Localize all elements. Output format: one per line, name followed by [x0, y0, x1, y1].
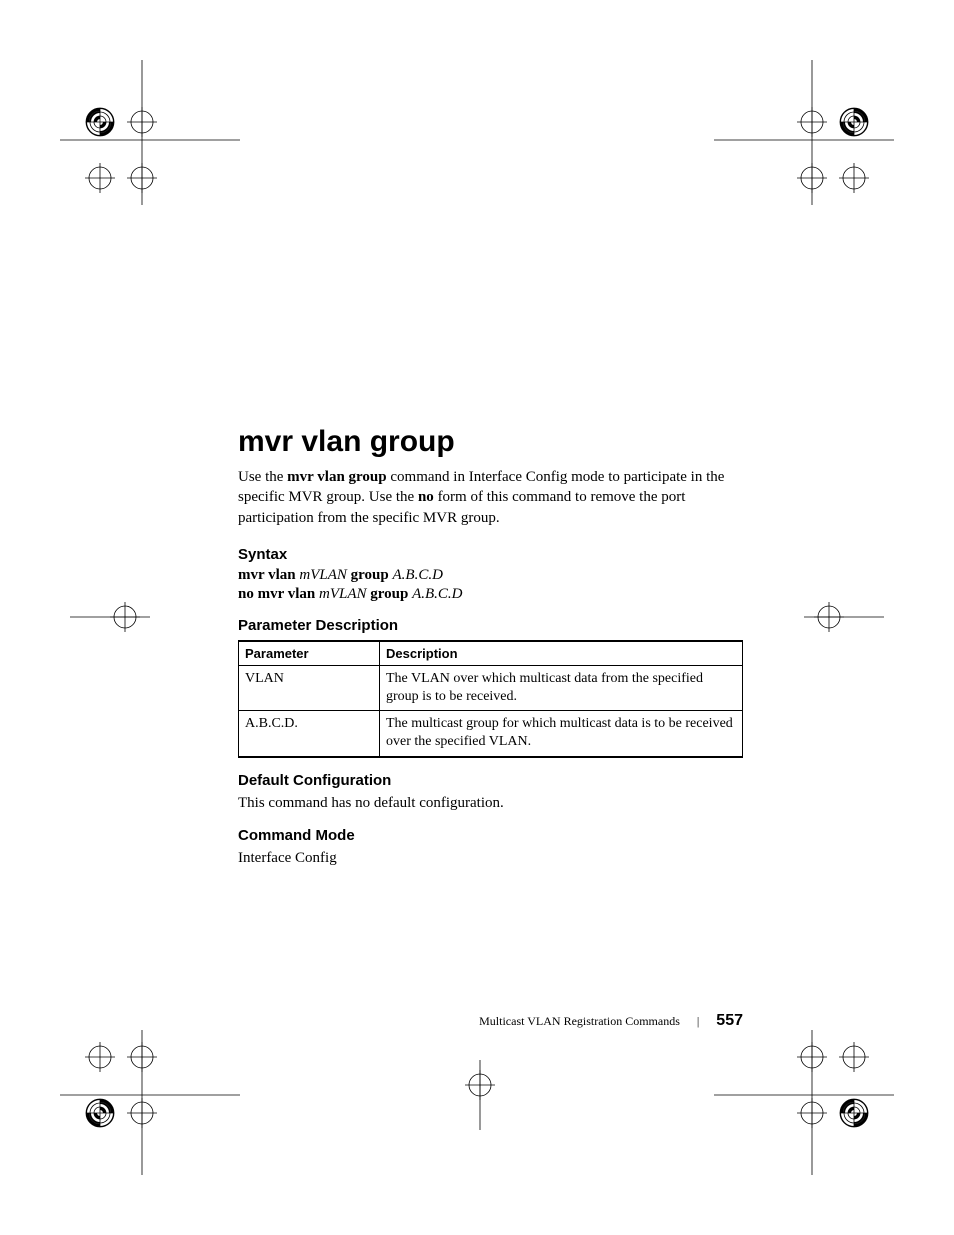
page-body: mvr vlan group Use the mvr vlan group co… [238, 425, 743, 886]
td-desc: The multicast group for which multicast … [380, 711, 743, 757]
text-bold: mvr vlan group [287, 469, 386, 485]
text-bold: no [418, 489, 434, 505]
kw: mvr vlan [238, 567, 299, 583]
parameter-table: Parameter Description VLAN The VLAN over… [238, 640, 743, 758]
crop-mark-icon [654, 0, 954, 300]
kw: group [370, 586, 412, 602]
var: A.B.C.D [412, 586, 462, 602]
kw: no mvr vlan [238, 586, 319, 602]
td-desc: The VLAN over which multicast data from … [380, 665, 743, 710]
crop-mark-icon [440, 1060, 520, 1140]
crop-mark-icon [0, 0, 300, 300]
table-row: VLAN The VLAN over which multicast data … [239, 665, 743, 710]
text: Use the [238, 469, 287, 485]
crop-mark-icon [654, 935, 954, 1235]
td-param: VLAN [239, 665, 380, 710]
td-param: A.B.C.D. [239, 711, 380, 757]
table-row: A.B.C.D. The multicast group for which m… [239, 711, 743, 757]
command-mode-text: Interface Config [238, 848, 743, 868]
kw: group [351, 567, 393, 583]
var: mVLAN [299, 567, 350, 583]
th-description: Description [380, 641, 743, 666]
syntax-line-1: mvr vlan mVLAN group A.B.C.D [238, 567, 743, 584]
footer-section: Multicast VLAN Registration Commands [479, 1014, 680, 1028]
th-parameter: Parameter [239, 641, 380, 666]
intro-paragraph: Use the mvr vlan group command in Interf… [238, 467, 743, 528]
crop-mark-icon [0, 935, 300, 1235]
heading-default-configuration: Default Configuration [238, 772, 743, 789]
command-title: mvr vlan group [238, 425, 743, 459]
heading-parameter-description: Parameter Description [238, 617, 743, 634]
var: mVLAN [319, 586, 370, 602]
var: A.B.C.D [393, 567, 443, 583]
table-header-row: Parameter Description [239, 641, 743, 666]
heading-command-mode: Command Mode [238, 827, 743, 844]
syntax-line-2: no mvr vlan mVLAN group A.B.C.D [238, 586, 743, 603]
heading-syntax: Syntax [238, 546, 743, 563]
crop-mark-icon [804, 595, 884, 645]
default-config-text: This command has no default configuratio… [238, 793, 743, 813]
crop-mark-icon [70, 595, 150, 645]
